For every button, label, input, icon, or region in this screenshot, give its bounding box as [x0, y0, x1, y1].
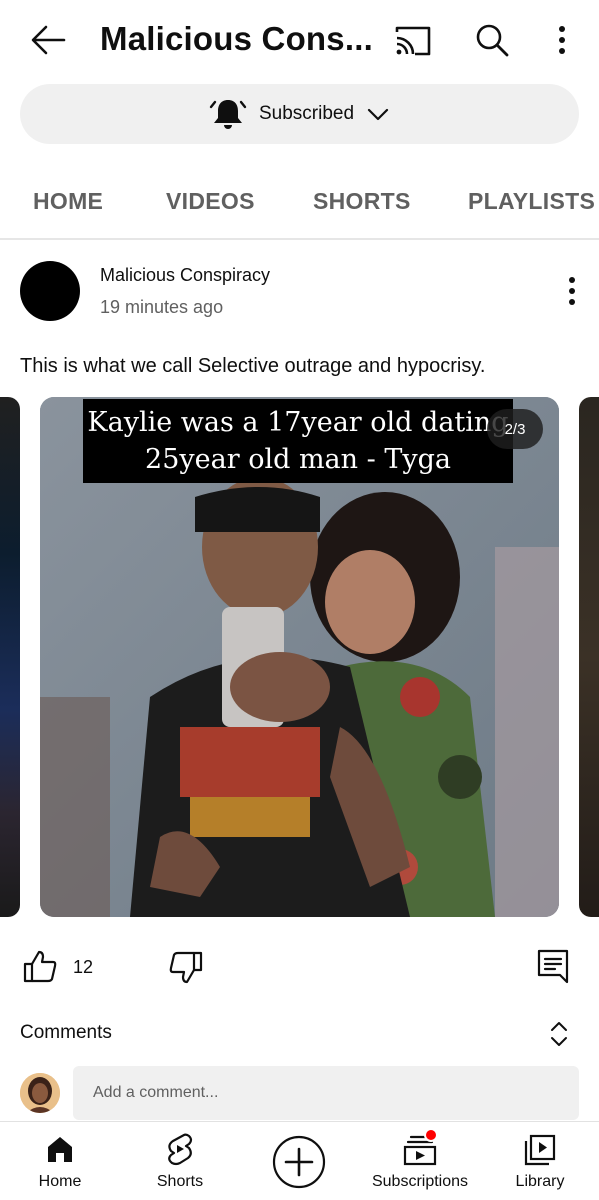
post-channel-name[interactable]: Malicious Conspiracy	[100, 265, 270, 286]
chevron-down-icon	[367, 108, 389, 121]
nav-library[interactable]: Library	[500, 1122, 580, 1200]
dislike-icon[interactable]	[168, 950, 204, 986]
post-actions: 12	[0, 940, 599, 1000]
post-header: Malicious Conspiracy 19 minutes ago	[0, 258, 599, 328]
search-icon[interactable]	[472, 20, 512, 60]
subscribed-button[interactable]: Subscribed	[20, 84, 579, 144]
notification-dot	[424, 1128, 438, 1142]
channel-title: Malicious Cons...	[100, 20, 373, 57]
tab-shorts[interactable]: SHORTS	[313, 188, 411, 215]
add-comment-row	[0, 1064, 599, 1120]
library-icon	[524, 1134, 556, 1166]
nav-subscriptions[interactable]: Subscriptions	[364, 1122, 476, 1200]
nav-shorts[interactable]: Shorts	[140, 1122, 220, 1200]
bell-icon	[209, 100, 247, 129]
subscribed-label: Subscribed	[258, 103, 355, 124]
shorts-icon	[168, 1133, 193, 1166]
user-avatar-image	[20, 1073, 60, 1113]
channel-avatar[interactable]	[20, 261, 80, 321]
post-image-carousel[interactable]: Kaylie was a 17year old dating 25year ol…	[0, 397, 599, 917]
channel-tabs: HOME VIDEOS SHORTS PLAYLISTS	[0, 166, 599, 240]
bottom-navigation: Home Shorts Subscriptions Library	[0, 1121, 599, 1200]
more-vert-icon[interactable]	[548, 22, 576, 58]
create-icon[interactable]	[272, 1135, 326, 1189]
comments-heading[interactable]: Comments	[20, 1022, 112, 1044]
image-counter-badge: 2/3	[487, 409, 543, 449]
add-comment-input[interactable]	[73, 1066, 579, 1120]
nav-home-label: Home	[38, 1173, 82, 1190]
post-timestamp: 19 minutes ago	[100, 297, 224, 317]
like-count: 12	[73, 957, 94, 977]
cast-icon[interactable]	[393, 24, 433, 58]
tab-videos[interactable]: VIDEOS	[166, 188, 255, 215]
arrow-back-icon[interactable]	[28, 22, 68, 58]
unfold-icon[interactable]	[548, 1020, 570, 1048]
nav-subscriptions-label: Subscriptions	[371, 1173, 469, 1190]
user-avatar[interactable]	[20, 1073, 60, 1113]
nav-library-label: Library	[515, 1173, 565, 1190]
top-app-bar: Malicious Cons...	[0, 0, 599, 80]
tab-playlists[interactable]: PLAYLISTS	[468, 188, 595, 215]
image-caption: Kaylie was a 17year old dating 25year ol…	[83, 399, 513, 483]
nav-shorts-label: Shorts	[156, 1173, 204, 1190]
nav-home[interactable]: Home	[20, 1122, 100, 1200]
caption-line-1: Kaylie was a 17year old dating	[87, 407, 509, 438]
caption-line-2: 25year old man - Tyga	[145, 444, 451, 475]
like-icon[interactable]	[22, 948, 58, 984]
post-image[interactable]: Kaylie was a 17year old dating 25year ol…	[40, 397, 559, 917]
tab-home[interactable]: HOME	[33, 188, 103, 215]
previous-image-peek[interactable]	[0, 397, 20, 917]
post-more-icon[interactable]	[560, 274, 584, 308]
home-icon	[48, 1137, 72, 1162]
next-image-peek[interactable]	[579, 397, 599, 917]
comment-icon[interactable]	[536, 948, 570, 984]
post-text: This is what we call Selective outrage a…	[20, 355, 486, 377]
